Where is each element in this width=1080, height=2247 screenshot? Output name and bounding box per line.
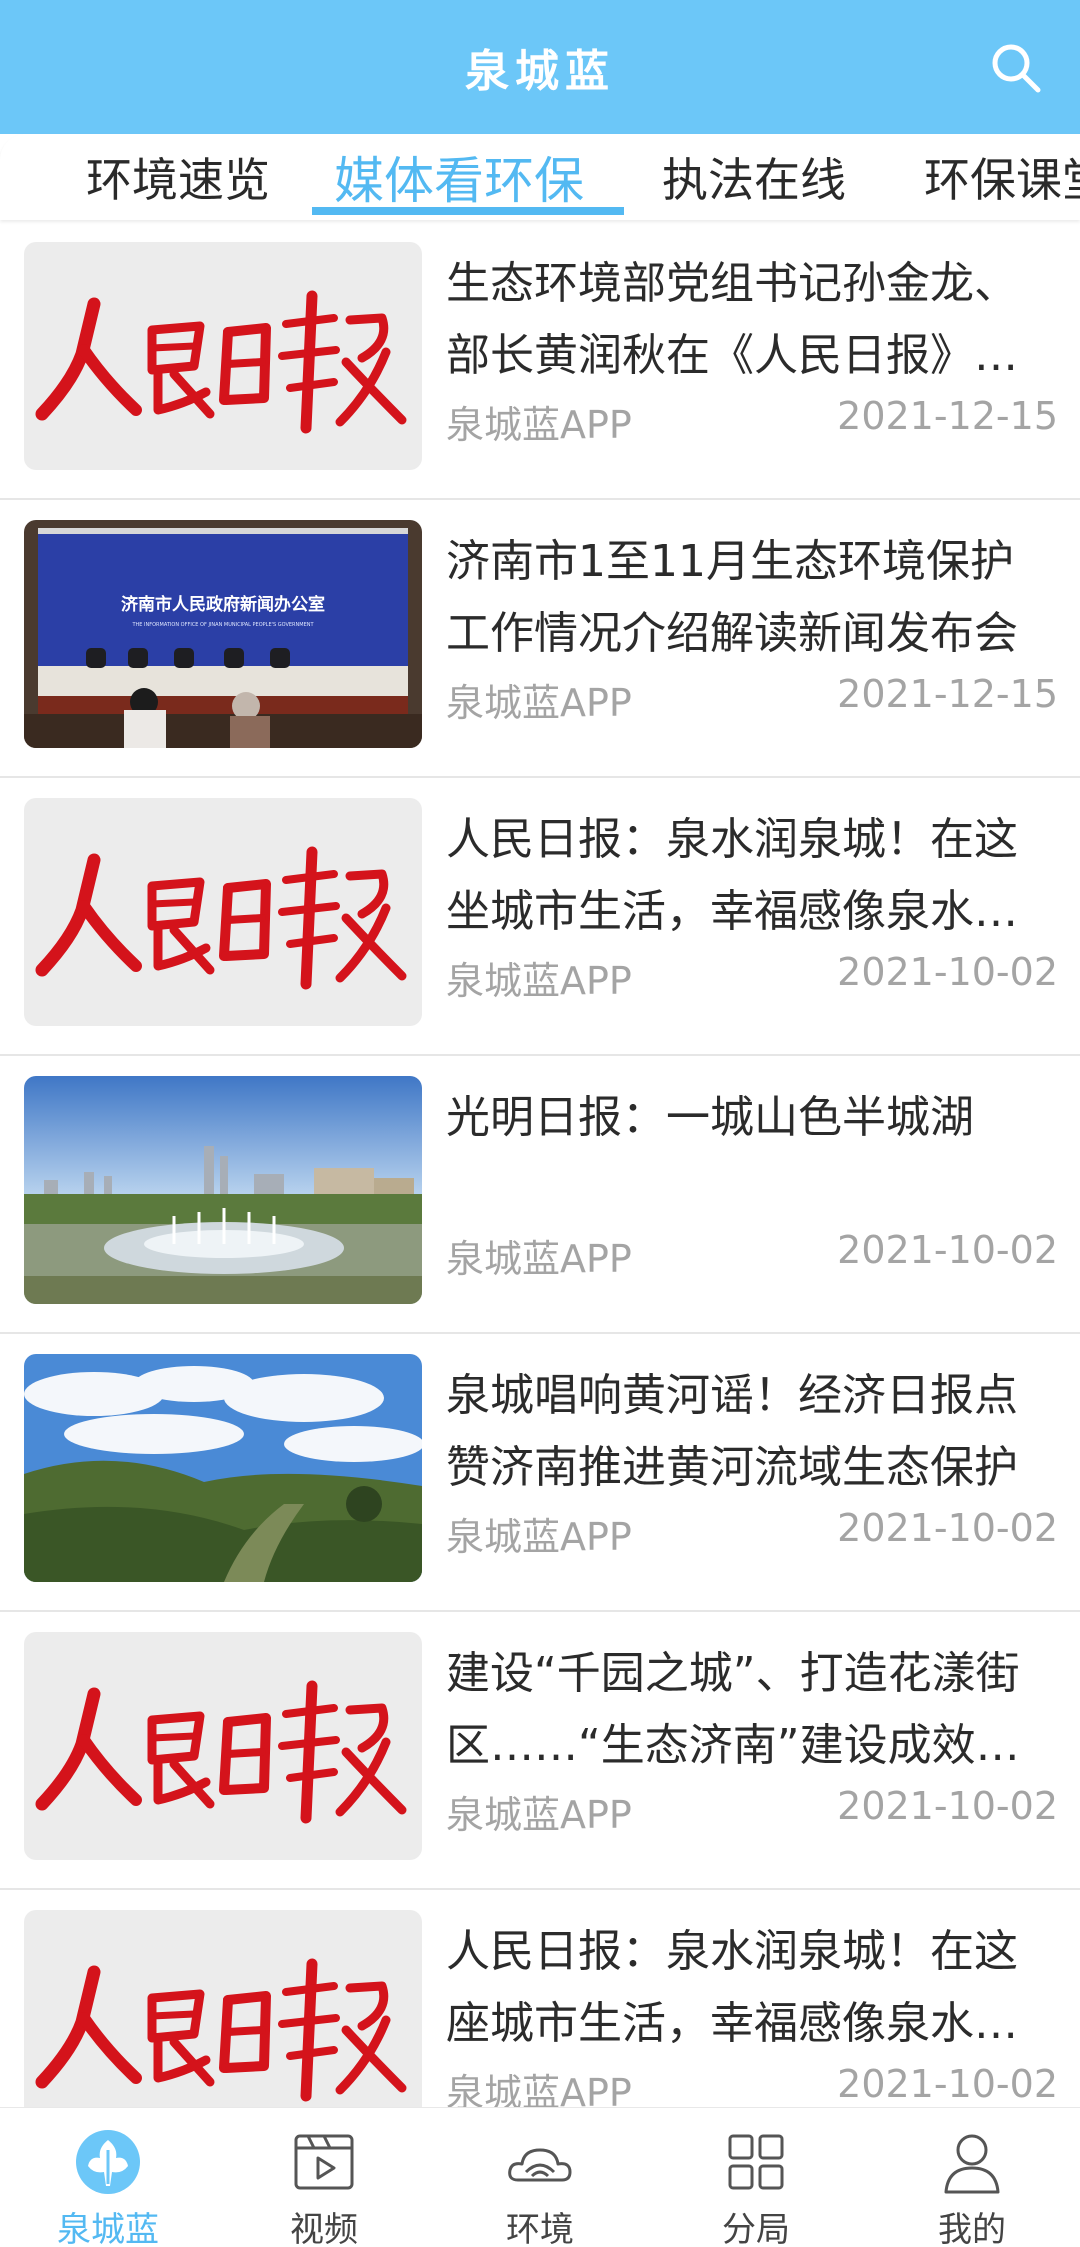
profile-icon	[944, 2134, 1000, 2194]
quancheng-logo-icon	[76, 2130, 140, 2194]
article-title: 泉城唱响黄河谣！经济日报点赞济南推进黄河流域生态保护	[446, 1370, 1018, 1493]
article-source: 泉城蓝APP	[446, 1793, 632, 1837]
nav-item-home[interactable]: 泉城蓝	[0, 2108, 216, 2247]
press-conference-photo: 济南市人民政府新闻办公室 THE INFORMATION OFFICE OF J…	[24, 520, 422, 748]
article-title: 建设“千园之城”、打造花漾街区……“生态济南”建设成效显著	[446, 1648, 1020, 1771]
nav-item-profile[interactable]: 我的	[864, 2108, 1080, 2247]
article-date: 2021-10-02	[837, 950, 1058, 994]
nav-item-environment[interactable]: 环境	[432, 2108, 648, 2247]
environment-icon	[508, 2148, 572, 2182]
renmin-ribao-logo	[24, 242, 422, 470]
article-source: 泉城蓝APP	[446, 2071, 632, 2107]
press-office-banner-text: 济南市人民政府新闻办公室	[121, 594, 325, 615]
nav-label-branch: 分局	[722, 2210, 790, 2247]
press-office-banner-subtext: THE INFORMATION OFFICE OF JINAN MUNICIPA…	[131, 622, 314, 628]
article-title: 济南市1至11月生态环境保护工作情况介绍解读新闻发布会	[446, 536, 1018, 659]
renmin-ribao-logo	[24, 1632, 422, 1860]
article-source: 泉城蓝APP	[446, 1515, 632, 1559]
top-bar: 泉城蓝	[0, 0, 1080, 134]
renmin-ribao-thumbnail	[24, 1910, 422, 2107]
list-item[interactable]: 生态环境部党组书记孙金龙、部长黄润秋在《人民日报》发表署名文章 泉城蓝APP 2…	[0, 222, 1080, 500]
list-item[interactable]: 人民日报：泉水润泉城！在这座城市生活，幸福感像泉水一样 泉城蓝APP 2021-…	[0, 1890, 1080, 2107]
renmin-ribao-thumbnail	[24, 1632, 422, 1860]
nav-label-environment: 环境	[506, 2210, 574, 2247]
page-title: 泉城蓝	[465, 46, 615, 97]
nav-label-home: 泉城蓝	[57, 2210, 159, 2247]
article-source: 泉城蓝APP	[446, 403, 632, 447]
tab-environment-class[interactable]: 环保课堂	[924, 134, 1080, 220]
article-title: 光明日报：一城山色半城湖	[446, 1092, 974, 1143]
bottom-navigation: 泉城蓝 视频 环境 分局 我的	[0, 2107, 1080, 2247]
search-icon[interactable]	[988, 40, 1044, 96]
grid-icon	[728, 2134, 784, 2190]
article-title: 生态环境部党组书记孙金龙、部长黄润秋在《人民日报》发表署名文章	[446, 258, 1018, 381]
article-date: 2021-10-02	[837, 2062, 1058, 2106]
renmin-ribao-thumbnail	[24, 242, 422, 470]
renmin-ribao-logo	[24, 1910, 422, 2107]
nav-item-video[interactable]: 视频	[216, 2108, 432, 2247]
renmin-ribao-thumbnail	[24, 798, 422, 1026]
renmin-ribao-logo	[24, 798, 422, 1026]
article-date: 2021-12-15	[837, 394, 1058, 438]
list-item[interactable]: 建设“千园之城”、打造花漾街区……“生态济南”建设成效显著 泉城蓝APP 202…	[0, 1612, 1080, 1890]
article-list: 生态环境部党组书记孙金龙、部长黄润秋在《人民日报》发表署名文章 泉城蓝APP 2…	[0, 222, 1080, 2107]
list-item[interactable]: 泉城唱响黄河谣！经济日报点赞济南推进黄河流域生态保护 泉城蓝APP 2021-1…	[0, 1334, 1080, 1612]
mountain-landscape-thumbnail	[24, 1354, 422, 1582]
active-tab-indicator	[312, 207, 624, 215]
nav-label-video: 视频	[290, 2210, 358, 2247]
press-conference-thumbnail: 济南市人民政府新闻办公室 THE INFORMATION OFFICE OF J…	[24, 520, 422, 748]
article-date: 2021-10-02	[837, 1228, 1058, 1272]
city-fountain-photo	[24, 1076, 422, 1304]
tab-environment-overview[interactable]: 环境速览	[86, 134, 270, 220]
article-source: 泉城蓝APP	[446, 681, 632, 725]
nav-item-branch[interactable]: 分局	[648, 2108, 864, 2247]
tab-law-enforcement[interactable]: 执法在线	[662, 134, 846, 220]
list-item[interactable]: 济南市人民政府新闻办公室 THE INFORMATION OFFICE OF J…	[0, 500, 1080, 778]
article-title: 人民日报：泉水润泉城！在这座城市生活，幸福感像泉水一样	[446, 1926, 1018, 2049]
list-item[interactable]: 人民日报：泉水润泉城！在这坐城市生活，幸福感像泉水一样 泉城蓝APP 2021-…	[0, 778, 1080, 1056]
article-source: 泉城蓝APP	[446, 1237, 632, 1281]
city-fountain-thumbnail	[24, 1076, 422, 1304]
article-title: 人民日报：泉水润泉城！在这坐城市生活，幸福感像泉水一样	[446, 814, 1018, 937]
list-item[interactable]: 光明日报：一城山色半城湖 泉城蓝APP 2021-10-02	[0, 1056, 1080, 1334]
article-source: 泉城蓝APP	[446, 959, 632, 1003]
article-date: 2021-10-02	[837, 1506, 1058, 1550]
mountain-landscape-photo	[24, 1354, 422, 1582]
nav-label-profile: 我的	[938, 2210, 1006, 2247]
article-date: 2021-10-02	[837, 1784, 1058, 1828]
article-date: 2021-12-15	[837, 672, 1058, 716]
video-icon	[294, 2134, 354, 2190]
